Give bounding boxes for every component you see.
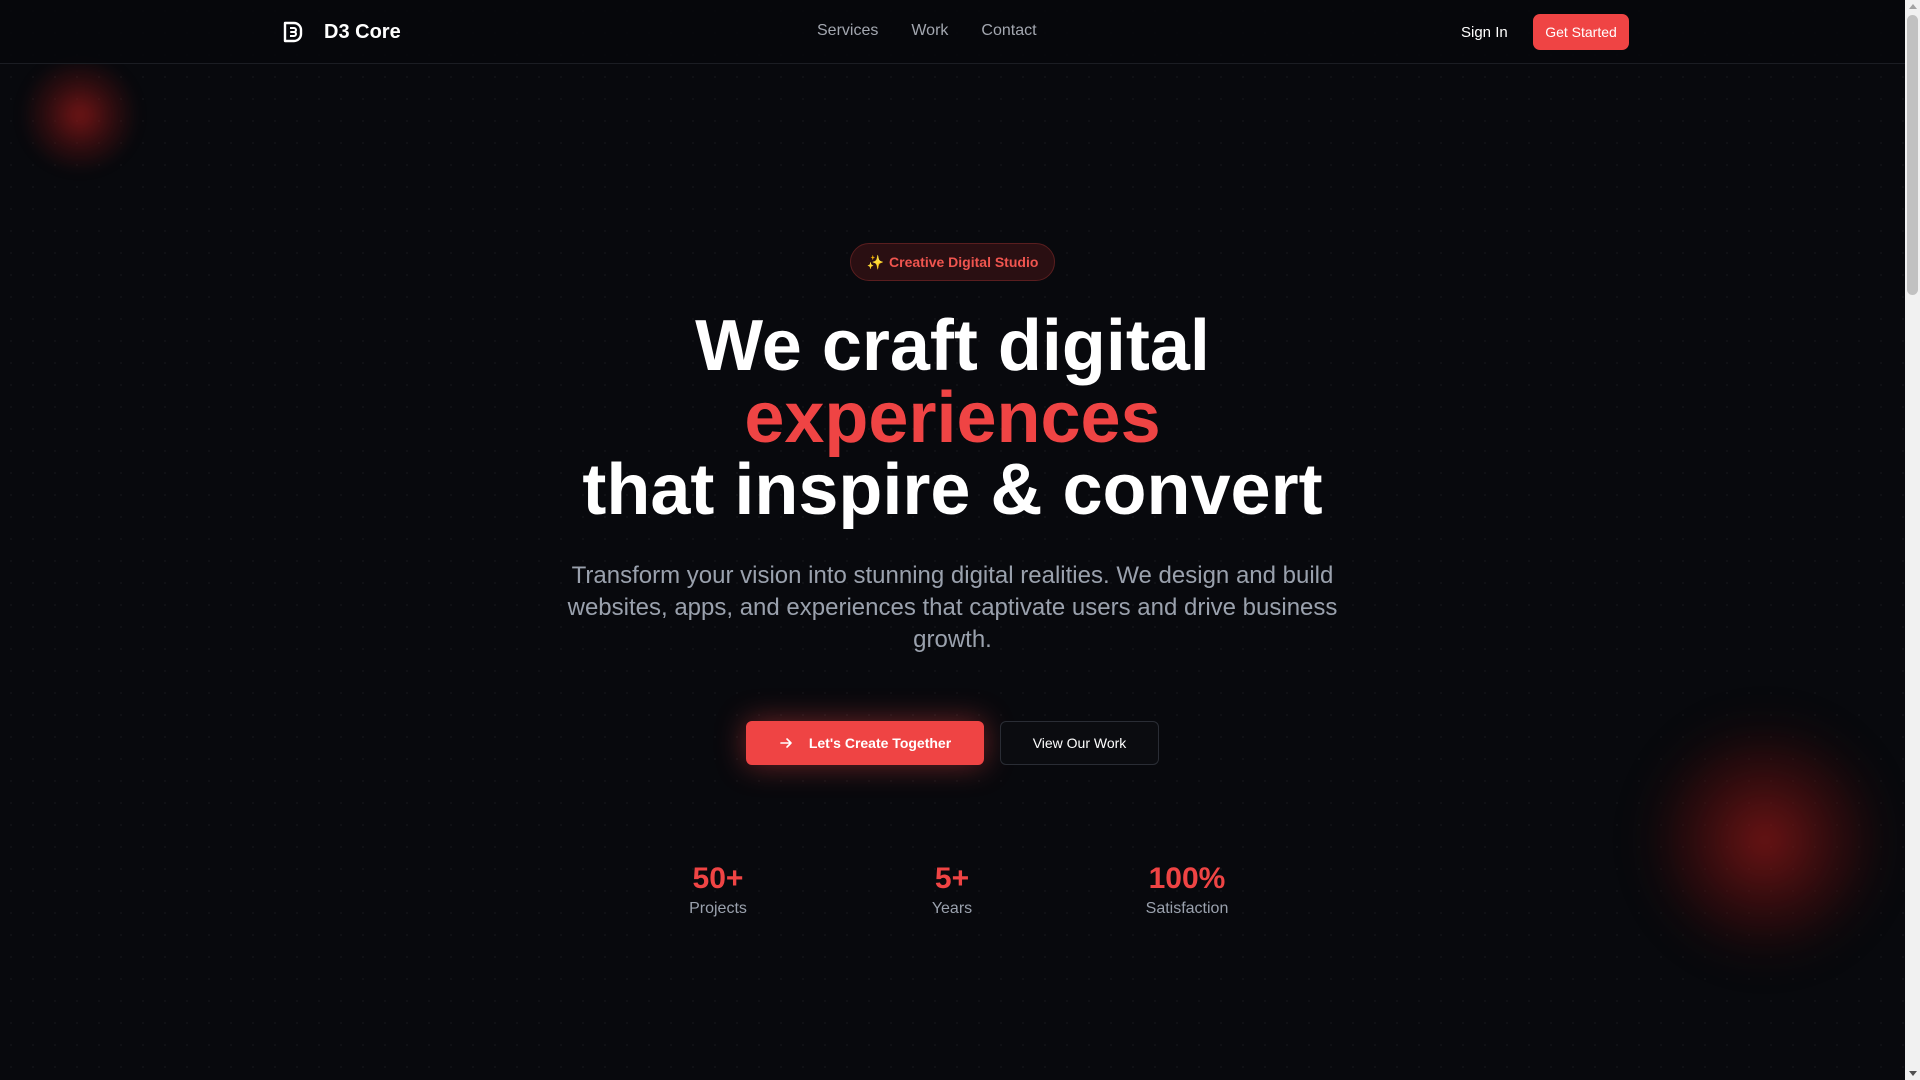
- sign-in-link[interactable]: Sign In: [1461, 24, 1508, 41]
- nav-link-contact[interactable]: Contact: [981, 22, 1036, 40]
- headline-line-3: that inspire & convert: [582, 450, 1323, 530]
- stat-value: 50+: [692, 862, 744, 895]
- stat-value: 100%: [1148, 862, 1226, 895]
- top-navbar: D3 Core Services Work Contact Sign In Ge…: [0, 0, 1905, 64]
- stat-label: Satisfaction: [1145, 900, 1229, 917]
- nav-links: Services Work Contact: [817, 22, 1070, 40]
- hero-badge: ✨ Creative Digital Studio: [850, 243, 1055, 281]
- stat-label: Years: [931, 900, 973, 917]
- nav-link-services[interactable]: Services: [817, 22, 878, 40]
- headline-line-1: We craft digital: [695, 306, 1210, 386]
- d3-logo-icon[interactable]: [281, 20, 305, 44]
- lets-create-together-button[interactable]: Let's Create Together: [746, 721, 984, 765]
- stat-value: 5+: [934, 862, 970, 895]
- view-our-work-button[interactable]: View Our Work: [1000, 721, 1159, 765]
- sparkles-icon: ✨: [866, 253, 885, 270]
- headline-accent: experiences: [744, 378, 1161, 458]
- arrow-right-icon: [780, 738, 792, 748]
- stat-label: Projects: [689, 900, 747, 917]
- scroll-down-arrow-icon[interactable]: [1909, 1071, 1917, 1076]
- stat-projects: 50+ Projects: [618, 862, 818, 918]
- landing-page: D3 Core Services Work Contact Sign In Ge…: [0, 0, 1920, 1080]
- primary-cta-label: Let's Create Together: [808, 735, 952, 751]
- get-started-button[interactable]: Get Started: [1533, 14, 1629, 50]
- background-glow-right: [1630, 700, 1900, 980]
- hero-headline: We craft digital experiences that inspir…: [0, 310, 1905, 526]
- brand-name[interactable]: D3 Core: [324, 21, 401, 44]
- hero-badge-label: Creative Digital Studio: [889, 254, 1039, 270]
- hero-subtitle: Transform your vision into stunning digi…: [567, 562, 1338, 653]
- nav-link-work[interactable]: Work: [911, 22, 948, 40]
- page-scrollbar[interactable]: [1905, 0, 1920, 1080]
- scroll-thumb[interactable]: [1907, 15, 1918, 295]
- stat-satisfaction: 100% Satisfaction: [1087, 862, 1287, 918]
- stat-years: 5+ Years: [852, 862, 1052, 918]
- scroll-up-arrow-icon[interactable]: [1909, 4, 1917, 9]
- background-glow-left: [20, 60, 140, 170]
